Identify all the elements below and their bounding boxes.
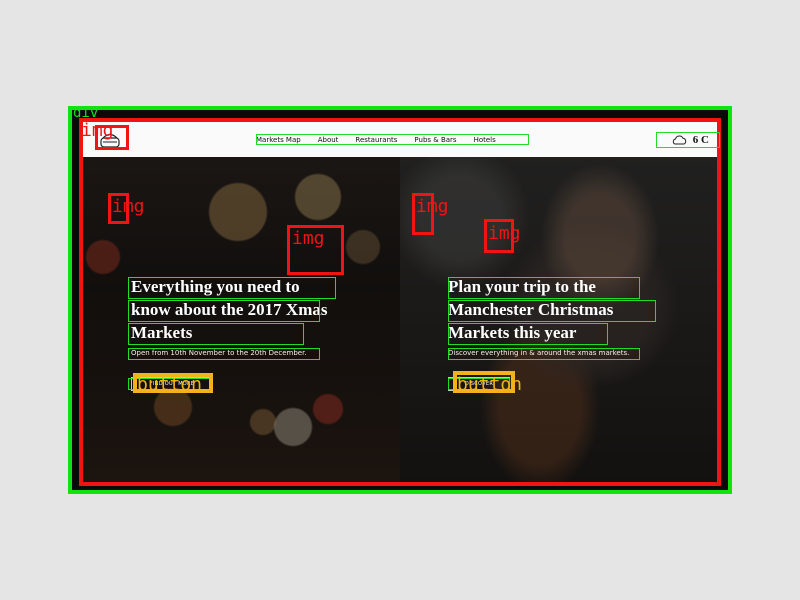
nav-markets-map[interactable]: Markets Map xyxy=(256,136,301,144)
logo-icon[interactable] xyxy=(97,130,123,149)
site-header: Markets Map About Restaurants Pubs & Bar… xyxy=(83,122,717,157)
discover-button[interactable]: Discover xyxy=(448,377,510,391)
hero-panel-markets: Everything you need to know about the 20… xyxy=(83,157,400,482)
find-out-more-button[interactable]: Find out more xyxy=(131,377,213,391)
hero-title-trip: Plan your trip to the Manchester Christm… xyxy=(448,277,614,342)
temperature: 6 C xyxy=(692,134,709,146)
nav-pubs-bars[interactable]: Pubs & Bars xyxy=(414,136,456,144)
hero-subtitle-trip: Discover everything in & around the xmas… xyxy=(448,349,630,357)
nav-about[interactable]: About xyxy=(318,136,339,144)
cloud-icon xyxy=(672,135,686,145)
hero-title-markets: Everything you need to know about the 20… xyxy=(131,277,328,342)
website-viewport: Markets Map About Restaurants Pubs & Bar… xyxy=(83,122,717,482)
nav-hotels[interactable]: Hotels xyxy=(474,136,496,144)
hero-subtitle-markets: Open from 10th November to the 20th Dece… xyxy=(131,349,307,357)
nav-restaurants[interactable]: Restaurants xyxy=(355,136,397,144)
hero-panel-trip: Plan your trip to the Manchester Christm… xyxy=(400,157,717,482)
main-nav: Markets Map About Restaurants Pubs & Bar… xyxy=(256,135,496,145)
weather-widget: 6 C xyxy=(671,132,709,148)
